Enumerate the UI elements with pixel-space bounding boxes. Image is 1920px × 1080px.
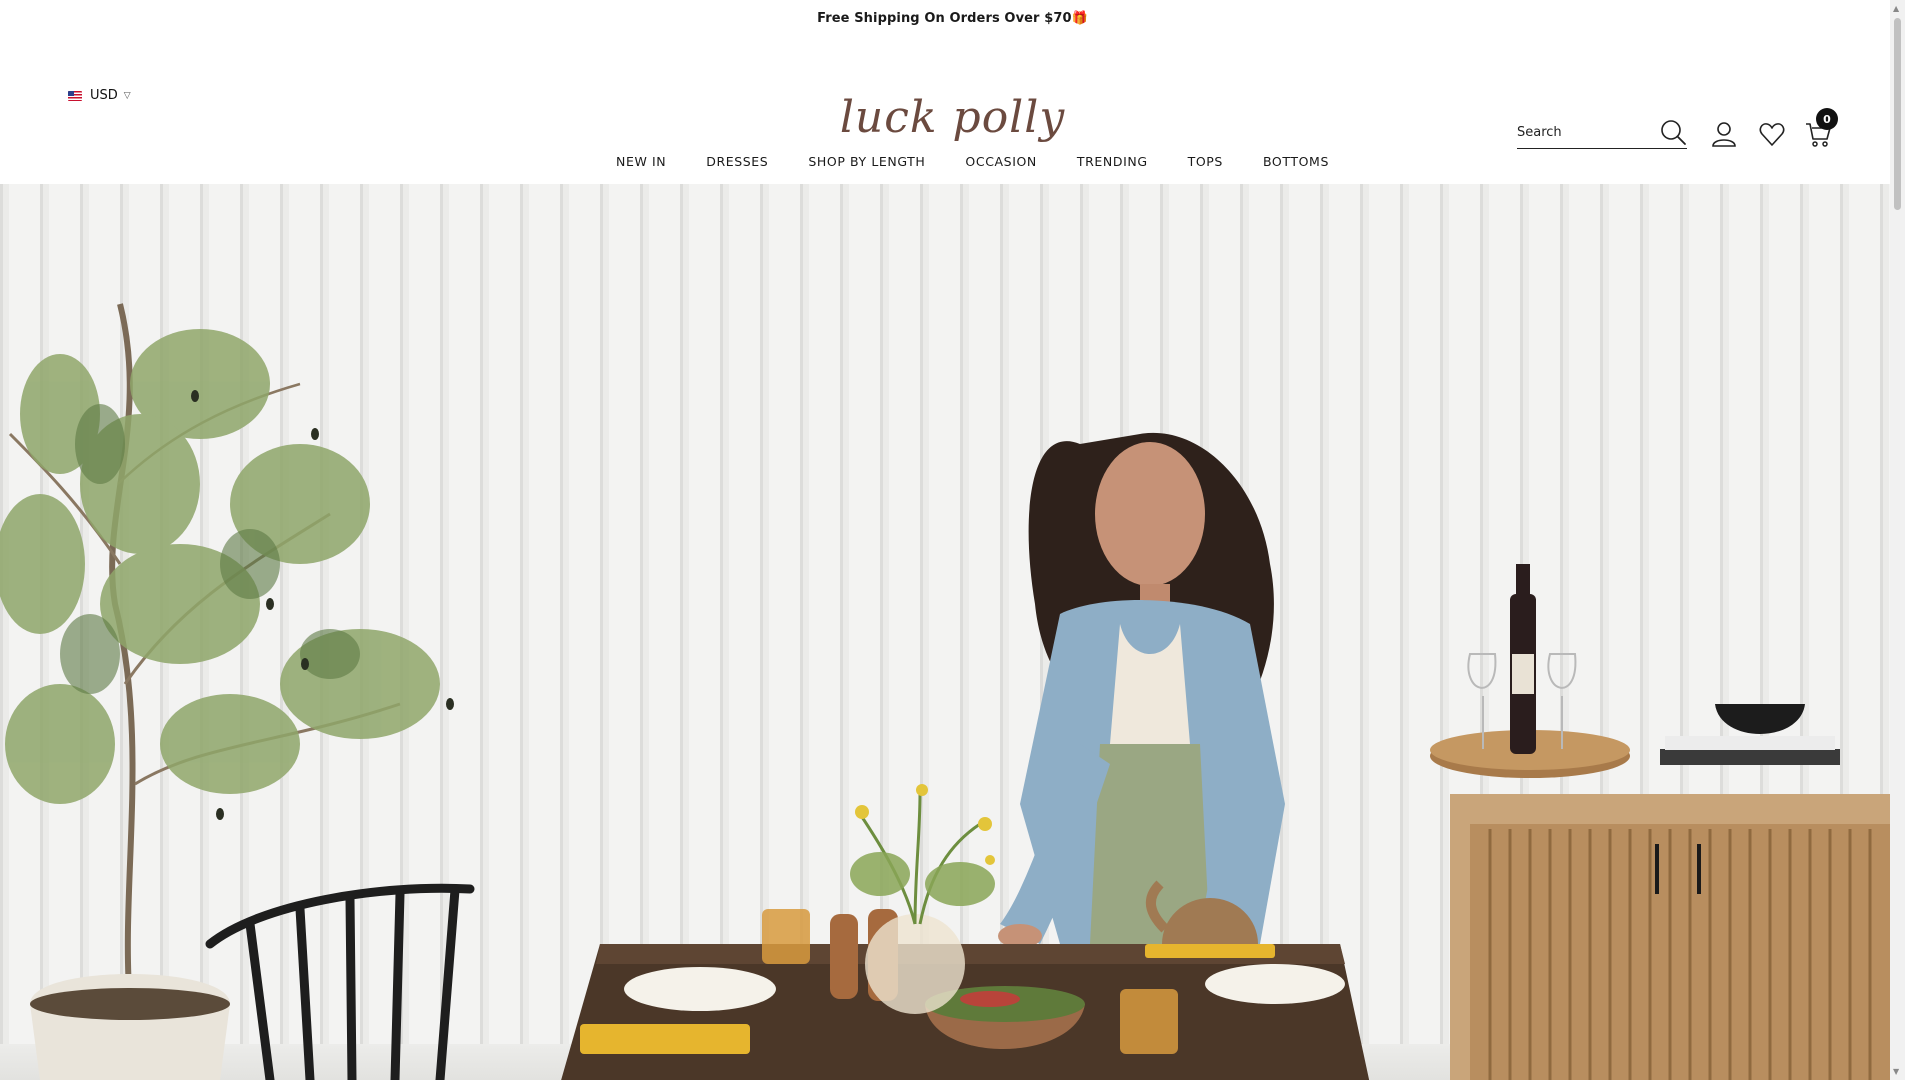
announcement-text: Free Shipping On Orders Over $70🎁 (817, 10, 1088, 26)
announcement-bar: Free Shipping On Orders Over $70🎁 (0, 0, 1905, 36)
search-input[interactable] (1517, 124, 1657, 140)
heart-icon[interactable] (1758, 120, 1786, 148)
hero-banner[interactable] (0, 184, 1905, 1080)
site-header: USD ▽ luck polly 0 (0, 36, 1905, 149)
main-nav: NEW IN DRESSES SHOP BY LENGTH OCCASION T… (0, 148, 1905, 184)
scroll-up-arrow-icon[interactable]: ▲ (1893, 4, 1899, 13)
currency-selector[interactable]: USD ▽ (68, 88, 131, 103)
search-box (1517, 116, 1687, 149)
nav-item-trending[interactable]: TRENDING (1057, 148, 1168, 175)
currency-label: USD (90, 88, 118, 103)
cart-count-badge: 0 (1816, 108, 1838, 130)
logo-text: luck polly (839, 92, 1066, 143)
page: Free Shipping On Orders Over $70🎁 USD ▽ … (0, 0, 1905, 1080)
nav-item-tops[interactable]: TOPS (1168, 148, 1243, 175)
woman-figure (998, 432, 1285, 990)
user-icon[interactable] (1710, 120, 1738, 148)
search-icon[interactable] (1659, 118, 1687, 146)
nav-item-dresses[interactable]: DRESSES (686, 148, 788, 175)
scrollbar-thumb[interactable] (1894, 18, 1901, 210)
us-flag-icon (68, 90, 82, 101)
nav-item-occasion[interactable]: OCCASION (945, 148, 1056, 175)
chevron-down-icon: ▽ (123, 90, 131, 101)
scroll-down-arrow-icon[interactable]: ▼ (1893, 1067, 1899, 1076)
logo[interactable]: luck polly (840, 92, 1065, 143)
hero-image (0, 184, 1905, 1080)
nav-item-new-in[interactable]: NEW IN (596, 148, 686, 175)
page-scrollbar[interactable]: ▲ ▼ (1890, 0, 1905, 1080)
nav-item-bottoms[interactable]: BOTTOMS (1243, 148, 1349, 175)
nav-item-shop-by-length[interactable]: SHOP BY LENGTH (788, 148, 945, 175)
